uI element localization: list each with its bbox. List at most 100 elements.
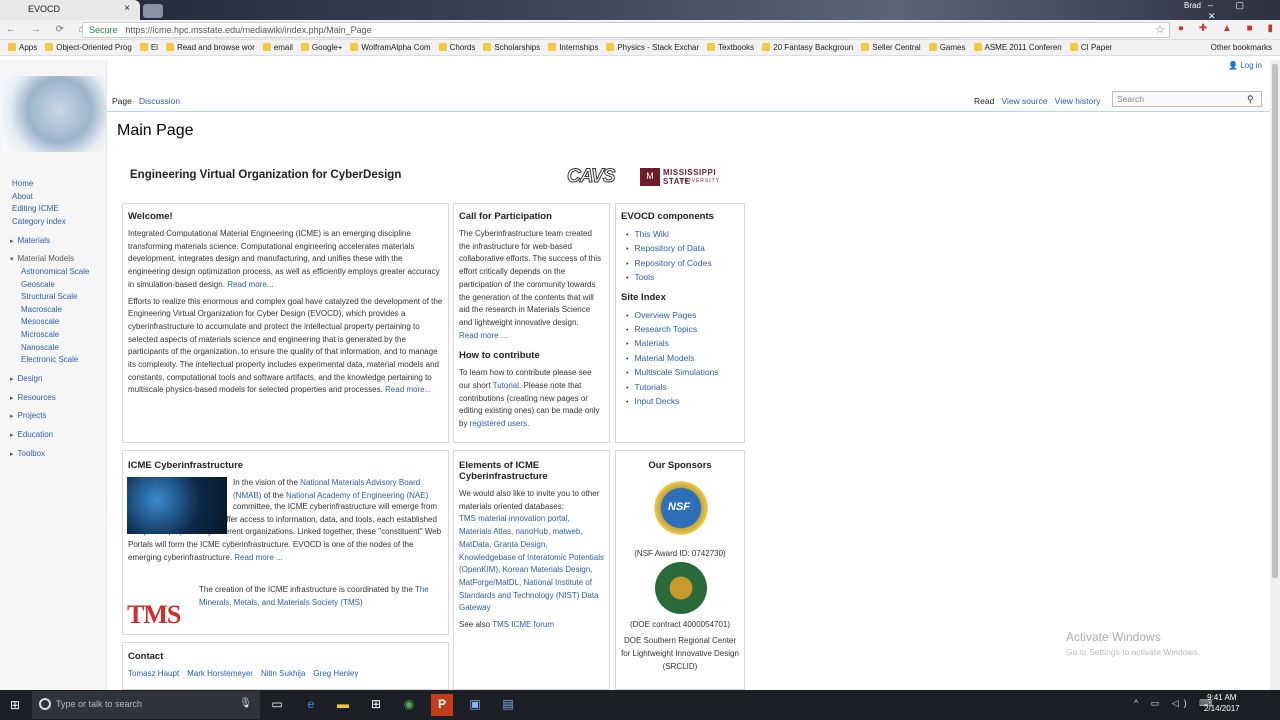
view-tabs: Read View source View history bbox=[974, 96, 1100, 106]
list-item[interactable]: Input Decks bbox=[626, 395, 739, 409]
extension-icons[interactable]: ● ✚ ▲ ■ ▮ bbox=[1178, 23, 1279, 34]
contact-people: Tomasz Haupt Mark Horstemeyer Nitin Sukhij… bbox=[128, 668, 443, 681]
nsf-logo[interactable]: NSF bbox=[650, 477, 712, 539]
bookmark-item[interactable]: ASME 2011 Conferen bbox=[973, 43, 1062, 52]
bookmark-item[interactable]: WolframAlpha Com bbox=[350, 43, 431, 52]
contact-link[interactable]: Nitin Sukhija bbox=[261, 669, 305, 678]
bookmark-item[interactable]: CI Paper bbox=[1069, 43, 1112, 52]
list-item[interactable]: Repository of Codes bbox=[626, 257, 739, 271]
bookmark-item[interactable]: Internships bbox=[548, 43, 598, 52]
list-item[interactable]: Repository of Data bbox=[626, 242, 739, 256]
sidebar-item-model[interactable]: Astronomical Scale bbox=[21, 267, 89, 276]
folder-icon bbox=[262, 43, 271, 51]
list-item[interactable]: Materials bbox=[626, 337, 739, 351]
bookmark-item[interactable]: Google+ bbox=[300, 43, 342, 52]
registered-users-link[interactable]: registered users bbox=[470, 419, 527, 428]
sidebar-item-editing[interactable]: Editing ICME bbox=[12, 204, 59, 213]
contact-link[interactable]: Mark Horstemeyer bbox=[187, 669, 253, 678]
nae-link[interactable]: National Academy of Engineering (NAE) bbox=[286, 491, 428, 500]
sidebar-item-model[interactable]: Geoscale bbox=[21, 280, 55, 289]
site-index-list: Overview PagesResearch TopicsMaterialsMa… bbox=[626, 309, 739, 410]
sidebar-item-model[interactable]: Electronic Scale bbox=[21, 355, 78, 364]
site-logo[interactable] bbox=[2, 76, 106, 152]
store-icon[interactable]: ⊞ bbox=[365, 694, 387, 716]
task-view-icon[interactable]: ▭ bbox=[266, 694, 288, 716]
bookmark-item[interactable]: Seller Central bbox=[861, 43, 921, 52]
database-links[interactable]: TMS material innovation portal, Material… bbox=[459, 514, 604, 612]
sidebar-item-model[interactable]: Mesoscale bbox=[21, 317, 59, 326]
bookmark-item[interactable]: Object-Oriented Prog bbox=[45, 43, 132, 52]
bookmark-item[interactable]: Physics - Stack Exchar bbox=[606, 43, 699, 52]
sidebar-section-projects[interactable]: Projects bbox=[10, 411, 47, 420]
read-more-link[interactable]: Read more ... bbox=[459, 331, 507, 340]
bookmark-item[interactable]: Apps bbox=[8, 43, 37, 52]
list-item[interactable]: Tools bbox=[626, 271, 739, 285]
sidebar-item-home[interactable]: Home bbox=[12, 179, 33, 188]
close-tab-icon[interactable]: × bbox=[124, 3, 130, 14]
tab-page[interactable]: Page bbox=[112, 96, 132, 106]
doe-logo[interactable] bbox=[655, 562, 707, 614]
mic-icon[interactable]: 🎙 bbox=[239, 698, 252, 709]
app-icon[interactable]: ▣ bbox=[464, 694, 486, 716]
list-item[interactable]: Overview Pages bbox=[626, 309, 739, 323]
powerpoint-icon[interactable]: P bbox=[431, 694, 453, 716]
tab-discussion[interactable]: Discussion bbox=[139, 96, 180, 106]
read-more-link[interactable]: Read more... bbox=[385, 385, 431, 394]
sidebar-section-material-models[interactable]: Material Models bbox=[10, 254, 74, 263]
tms-forum-link[interactable]: TMS ICME forum bbox=[492, 620, 554, 629]
tab-view-source[interactable]: View source bbox=[1001, 96, 1047, 106]
window-controls-icon[interactable]: – ▢ ✕ bbox=[1208, 0, 1280, 22]
login-link[interactable]: 👤 Log in bbox=[1228, 61, 1262, 70]
bookmark-item[interactable]: Textbooks bbox=[707, 43, 754, 52]
app-icon-2[interactable]: ▤ bbox=[497, 694, 519, 716]
profile-name[interactable]: Brad bbox=[1184, 1, 1201, 10]
sidebar-section-materials[interactable]: Materials bbox=[10, 236, 50, 245]
sidebar-item-model[interactable]: Nanoscale bbox=[21, 343, 59, 352]
bookmark-item[interactable]: Read and browse wor bbox=[165, 43, 255, 52]
bookmark-item[interactable]: 20 Fantasy Backgroun bbox=[762, 43, 853, 52]
sidebar-item-model[interactable]: Structural Scale bbox=[21, 292, 77, 301]
scrollbar-thumb[interactable] bbox=[1272, 64, 1278, 578]
sidebar-item-about[interactable]: About bbox=[12, 192, 33, 201]
search-icon[interactable]: ⚲ bbox=[1247, 94, 1254, 105]
list-item[interactable]: Multiscale Simulations bbox=[626, 366, 739, 380]
read-more-link[interactable]: Read more ... bbox=[234, 553, 282, 562]
tab-evocd[interactable]: EVOCD × bbox=[0, 0, 140, 20]
tab-read[interactable]: Read bbox=[974, 96, 994, 106]
bookmark-item[interactable]: Chords bbox=[438, 43, 475, 52]
sidebar-section-toolbox[interactable]: Toolbox bbox=[10, 449, 46, 458]
sidebar-item-model[interactable]: Microscale bbox=[21, 330, 59, 339]
sidebar-section-resources[interactable]: Resources bbox=[10, 393, 56, 402]
bookmark-item[interactable]: Scholarships bbox=[483, 43, 540, 52]
windows-start-icon[interactable]: ⊞ bbox=[10, 698, 20, 712]
srclid-link[interactable]: DOE Southern Regional Center for Lightwe… bbox=[621, 635, 739, 673]
list-item[interactable]: Tutorials bbox=[626, 381, 739, 395]
sidebar-item-category[interactable]: Category index bbox=[12, 217, 66, 226]
bookmark-star-icon[interactable]: ☆ bbox=[1155, 23, 1165, 36]
bookmark-item[interactable]: email bbox=[262, 43, 293, 52]
tab-view-history[interactable]: View history bbox=[1055, 96, 1101, 106]
folder-icon bbox=[350, 43, 359, 51]
address-bar[interactable]: Secure https://icme.hpc.msstate.edu/media… bbox=[82, 22, 1170, 38]
navigation-icons[interactable]: ← → ⟳ ⌂ bbox=[6, 24, 91, 35]
list-item[interactable]: Material Models bbox=[626, 352, 739, 366]
read-more-link[interactable]: Read more... bbox=[227, 280, 273, 289]
sidebar-section-education[interactable]: Education bbox=[10, 430, 54, 439]
list-item[interactable]: This Wiki bbox=[626, 228, 739, 242]
chrome-icon[interactable]: ◉ bbox=[398, 694, 420, 716]
clock[interactable]: 9:41 AM 2/14/2017 bbox=[1204, 692, 1240, 714]
contact-link[interactable]: Tomasz Haupt bbox=[128, 669, 179, 678]
file-explorer-icon[interactable]: ▬ bbox=[332, 694, 354, 716]
sidebar-section-design[interactable]: Design bbox=[10, 374, 43, 383]
new-tab-button[interactable] bbox=[143, 4, 163, 18]
taskbar-search[interactable]: Type or talk to search 🎙 bbox=[32, 691, 260, 719]
contact-link[interactable]: Greg Henley bbox=[313, 669, 358, 678]
tutorial-link[interactable]: Tutorial bbox=[493, 381, 519, 390]
bookmark-item[interactable]: Games bbox=[928, 43, 966, 52]
list-item[interactable]: Research Topics bbox=[626, 323, 739, 337]
sidebar-item-model[interactable]: Macroscale bbox=[21, 305, 62, 314]
edge-icon[interactable]: e bbox=[300, 694, 322, 716]
search-input[interactable]: Search bbox=[1112, 91, 1262, 107]
bookmark-item[interactable]: El bbox=[139, 43, 158, 52]
other-bookmarks[interactable]: Other bookmarks bbox=[1211, 43, 1272, 52]
